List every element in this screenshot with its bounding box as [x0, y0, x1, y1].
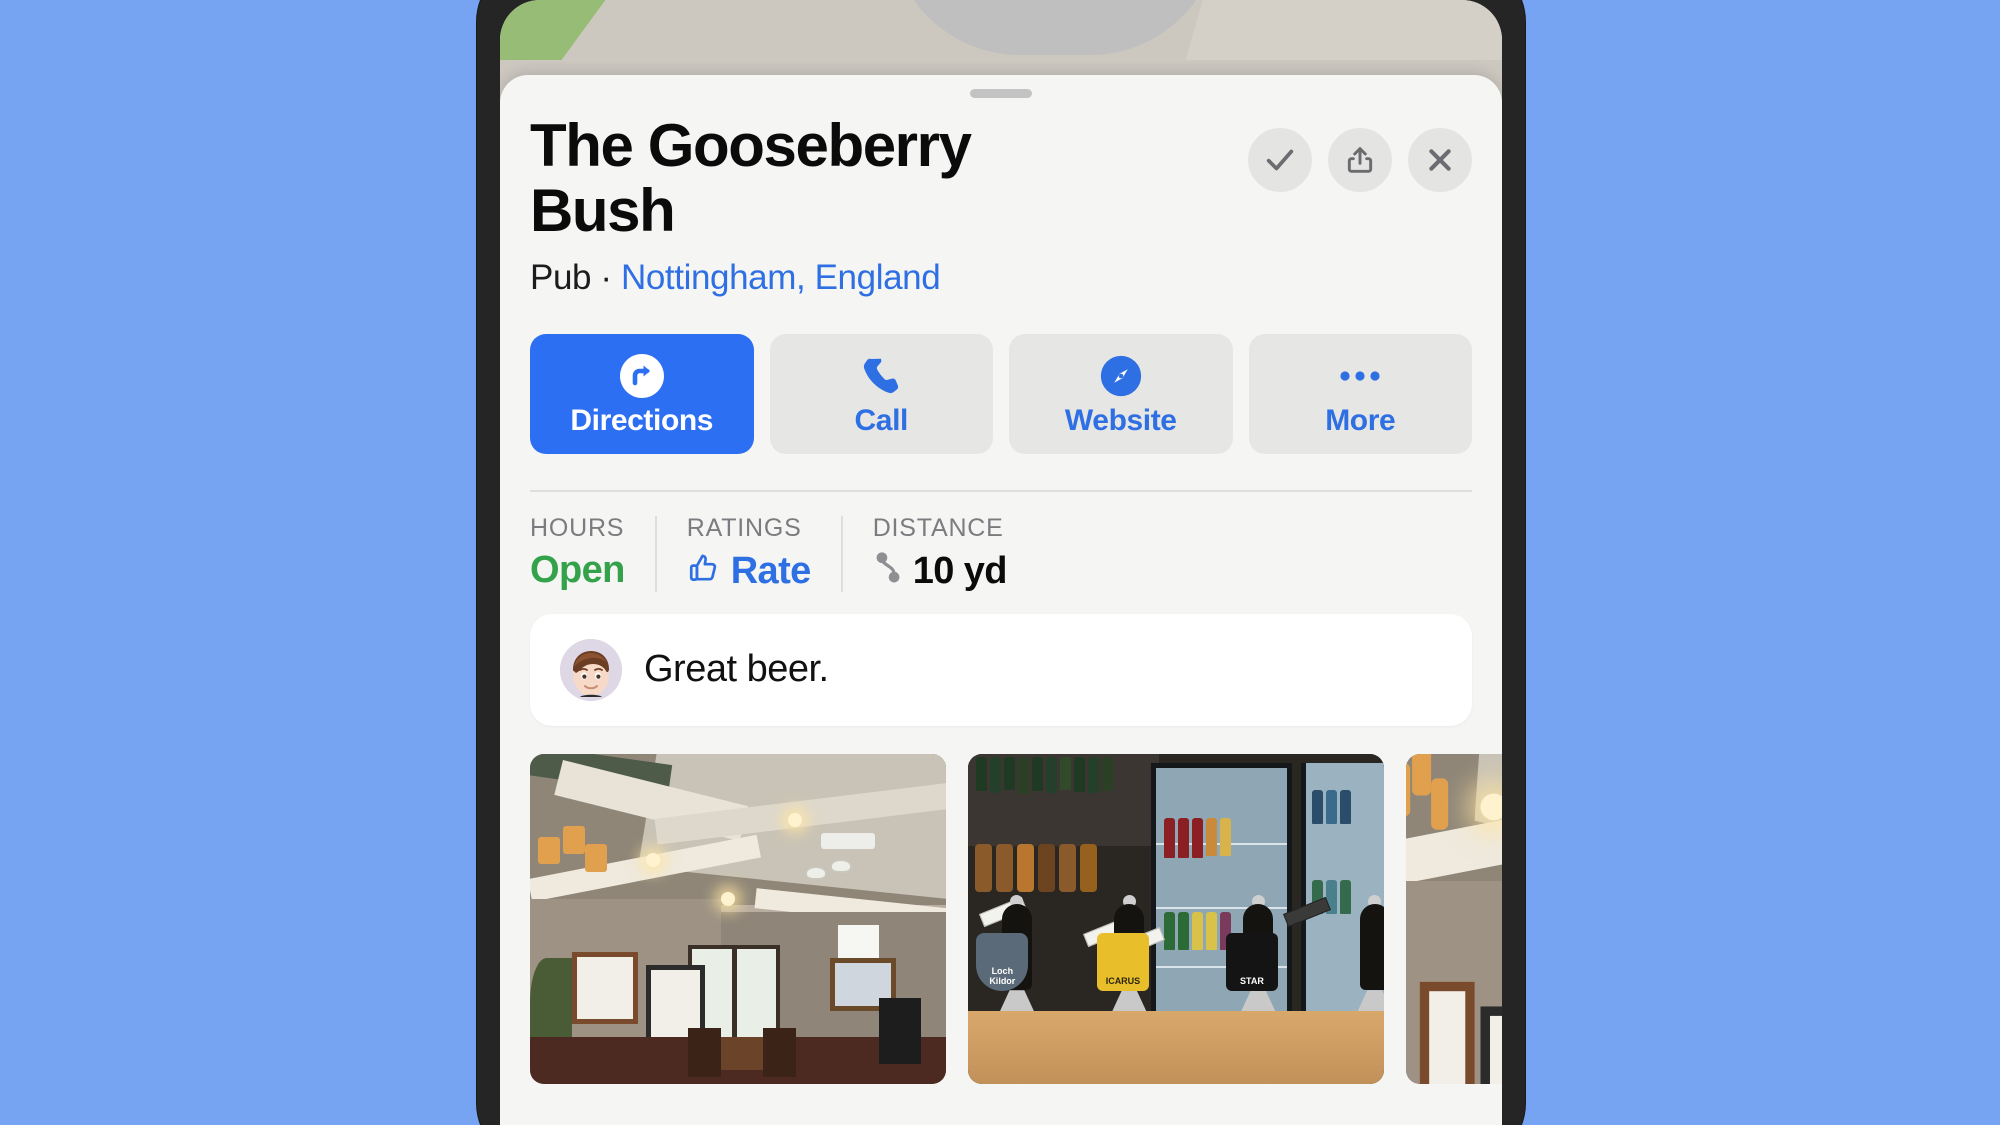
- distance-value: 10 yd: [912, 550, 1008, 593]
- close-icon: [1424, 144, 1456, 176]
- header-button-group: [1248, 114, 1472, 192]
- map-building: [890, 0, 1220, 55]
- directions-label: Directions: [570, 403, 714, 437]
- distance-caption: DISTANCE: [872, 513, 1004, 542]
- action-button-row: Directions Call Website More: [530, 333, 1472, 454]
- phone-icon: [859, 352, 903, 400]
- info-ratings[interactable]: RATINGS Rate: [654, 513, 841, 592]
- call-label: Call: [854, 403, 909, 437]
- directions-arrow-icon: [618, 352, 666, 400]
- website-button[interactable]: Website: [1009, 333, 1233, 454]
- subtitle-separator: ·: [591, 257, 621, 297]
- website-label: Website: [1064, 403, 1177, 437]
- hours-caption: HOURS: [530, 513, 625, 542]
- phone-screen: The Gooseberry Bush Pub · Nottingham, En…: [500, 0, 1502, 1125]
- place-card-sheet: The Gooseberry Bush Pub · Nottingham, En…: [500, 75, 1502, 1125]
- info-row: HOURS Open RATINGS Rate DISTANCE 10 yd: [530, 492, 1472, 614]
- checkmark-button[interactable]: [1248, 128, 1312, 192]
- ellipsis-icon: [1336, 352, 1384, 400]
- map-road: [1185, 0, 1502, 60]
- share-button[interactable]: [1328, 128, 1392, 192]
- route-icon: [873, 551, 903, 592]
- info-hours[interactable]: HOURS Open: [530, 513, 655, 592]
- photo-bar-taps[interactable]: Loch Kildor ICARUS STAR: [968, 753, 1384, 1084]
- share-icon: [1344, 144, 1376, 176]
- check-icon: [1263, 143, 1297, 177]
- ratings-value-wrap: Rate: [687, 551, 811, 592]
- close-button[interactable]: [1408, 128, 1472, 192]
- directions-button[interactable]: Directions: [530, 333, 754, 454]
- sheet-drag-handle[interactable]: [970, 89, 1032, 98]
- thumbs-up-icon: [687, 551, 721, 592]
- photo-strip[interactable]: Loch Kildor ICARUS STAR: [530, 753, 1502, 1084]
- place-location-link[interactable]: Nottingham, England: [621, 258, 941, 297]
- map-park-area: [500, 0, 620, 60]
- review-text: Great beer.: [644, 648, 829, 691]
- memoji-avatar: [560, 638, 622, 701]
- phone-device-frame: The Gooseberry Bush Pub · Nottingham, En…: [477, 0, 1525, 1125]
- photo-pub-interior-2[interactable]: [1406, 753, 1502, 1084]
- info-distance[interactable]: DISTANCE 10 yd: [840, 513, 1037, 592]
- hours-value: Open: [530, 548, 625, 591]
- more-button[interactable]: More: [1248, 333, 1472, 454]
- place-title: The Gooseberry Bush: [530, 112, 972, 244]
- call-button[interactable]: Call: [769, 333, 993, 454]
- place-subtitle: Pub · Nottingham, England: [530, 258, 1238, 298]
- review-card[interactable]: Great beer.: [530, 613, 1472, 726]
- place-category: Pub: [530, 257, 592, 297]
- ratings-value: Rate: [730, 550, 812, 593]
- photo-pub-interior[interactable]: [530, 753, 946, 1084]
- ratings-caption: RATINGS: [686, 513, 802, 542]
- distance-value-wrap: 10 yd: [873, 551, 1007, 592]
- screenshot-root: The Gooseberry Bush Pub · Nottingham, En…: [0, 0, 2000, 1125]
- compass-icon: [1098, 352, 1144, 400]
- place-header: The Gooseberry Bush Pub · Nottingham, En…: [530, 98, 1472, 298]
- more-label: More: [1325, 403, 1396, 437]
